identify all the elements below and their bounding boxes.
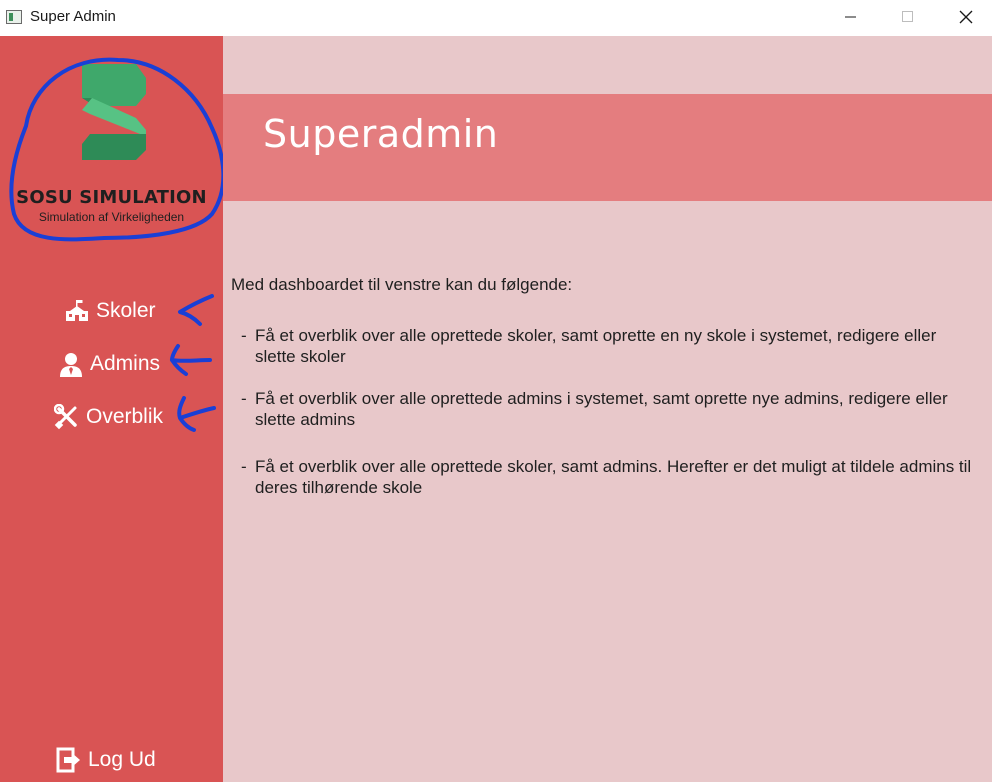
sidebar-item-skoler[interactable]: Skoler [64,298,156,324]
bullet-marker: - [241,326,247,345]
intro-text: Med dashboardet til venstre kan du følge… [231,275,573,294]
close-button[interactable] [943,0,989,34]
logout-button[interactable]: Log Ud [56,747,156,773]
logout-label: Log Ud [88,748,156,771]
minimize-icon [845,16,856,18]
main-panel: Superadmin Med dashboardet til venstre k… [223,36,992,782]
window-title: Super Admin [30,8,116,25]
tools-icon [54,404,80,430]
logout-icon [56,747,82,773]
window-titlebar: Super Admin [0,0,992,36]
school-icon [64,298,90,324]
list-item: - Få et overblik over alle oprettede adm… [241,388,976,430]
list-item-text: Få et overblik over alle oprettede skole… [255,457,972,497]
annotation-arrow [178,294,214,326]
annotation-circle [9,57,223,242]
sidebar: SOSU SIMULATION Simulation af Virkelighe… [0,36,223,782]
sidebar-item-label: Skoler [96,299,156,322]
sidebar-item-overblik[interactable]: Overblik [54,404,163,430]
user-icon [58,351,84,377]
header-banner: Superadmin [223,94,992,201]
list-item-text: Få et overblik over alle oprettede skole… [255,326,937,366]
list-item-text: Få et overblik over alle oprettede admin… [255,389,948,429]
list-item: - Få et overblik over alle oprettede sko… [241,325,976,367]
maximize-icon [902,11,913,22]
page-title: Superadmin [263,112,499,156]
sidebar-item-admins[interactable]: Admins [58,351,160,377]
bullet-marker: - [241,389,247,408]
bullet-marker: - [241,457,247,476]
maximize-button[interactable] [885,0,931,34]
close-icon [959,10,973,24]
minimize-button[interactable] [828,0,874,34]
annotation-arrow [177,396,216,432]
app-icon [6,10,22,24]
annotation-arrow [170,344,212,376]
logo: SOSU SIMULATION Simulation af Virkelighe… [0,54,223,264]
list-item: - Få et overblik over alle oprettede sko… [241,456,976,498]
sidebar-item-label: Admins [90,352,161,375]
sidebar-item-label: Overblik [86,405,164,428]
